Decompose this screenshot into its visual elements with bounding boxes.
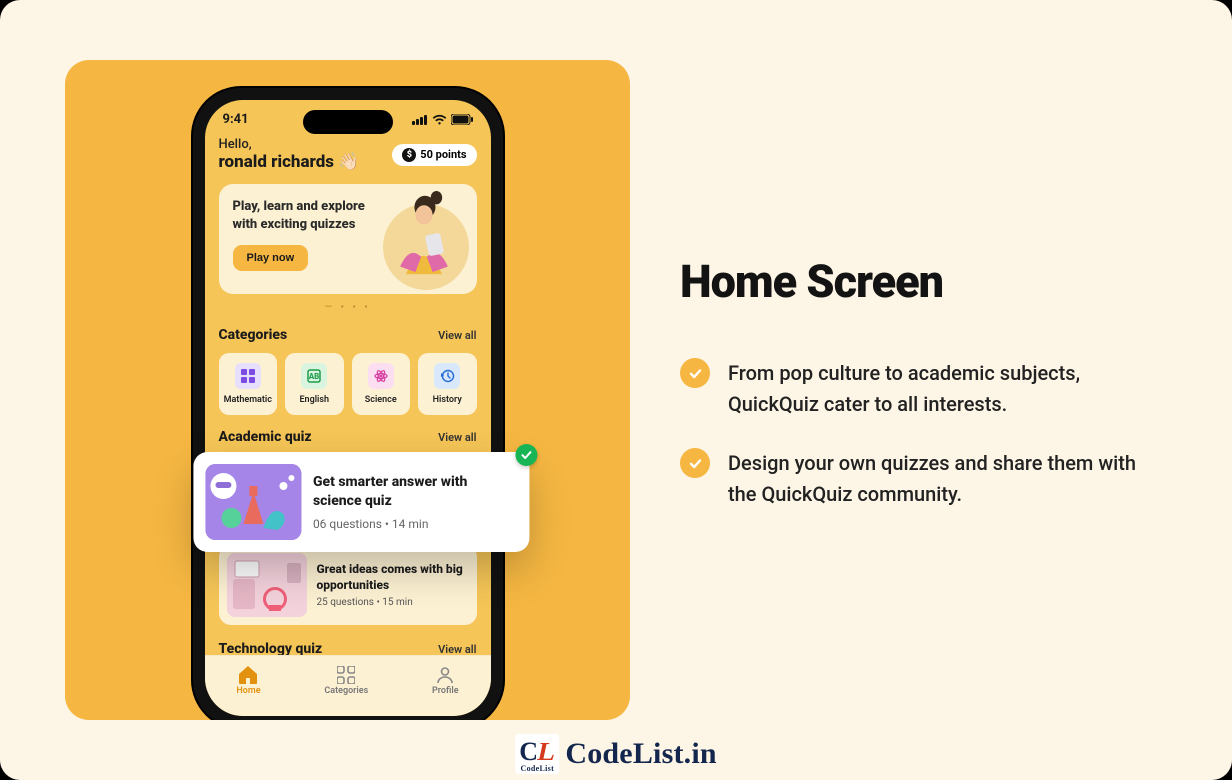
status-time: 9:41: [223, 112, 249, 127]
nav-profile[interactable]: Profile: [432, 666, 459, 696]
quiz-meta: 25 questions • 15 min: [317, 597, 469, 608]
english-icon: AB: [301, 363, 327, 389]
bullet-list: From pop culture to academic subjects, Q…: [680, 358, 1160, 510]
hero-title: Play, learn and explore with exciting qu…: [233, 198, 375, 233]
hero-illustration: [383, 198, 463, 280]
greeting-row: Hello, ronald richards 👋🏻 $ 50 points: [219, 137, 477, 172]
nav-label: Categories: [324, 686, 368, 696]
wifi-icon: [432, 114, 447, 125]
featured-quiz-thumb: [205, 464, 301, 540]
phone-screen: 9:41: [205, 100, 491, 716]
nav-categories[interactable]: Categories: [324, 666, 368, 696]
science-icon: [368, 363, 394, 389]
check-icon: [680, 358, 710, 388]
featured-quiz-title: Get smarter answer with science quiz: [313, 473, 517, 511]
category-label: English: [299, 395, 329, 405]
bullet-item: Design your own quizzes and share them w…: [680, 448, 1160, 510]
bullet-item: From pop culture to academic subjects, Q…: [680, 358, 1160, 420]
category-science[interactable]: Science: [352, 353, 411, 415]
quiz-card-ideas[interactable]: Great ideas comes with big opportunities…: [219, 545, 477, 625]
greeting-label: Hello,: [219, 137, 360, 152]
device-showcase-panel: 9:41: [65, 60, 630, 720]
category-history[interactable]: History: [418, 353, 477, 415]
screen-content: Hello, ronald richards 👋🏻 $ 50 points: [205, 131, 491, 657]
featured-quiz-meta: 06 questions • 14 min: [313, 517, 517, 531]
category-label: Mathematic: [224, 395, 272, 405]
category-english[interactable]: AB English: [285, 353, 344, 415]
bullet-text: Design your own quizzes and share them w…: [728, 448, 1160, 510]
section-title-categories: Categories: [219, 327, 288, 343]
coin-icon: $: [402, 148, 416, 162]
play-now-button[interactable]: Play now: [233, 245, 309, 271]
view-all-categories[interactable]: View all: [438, 329, 476, 342]
check-icon: [680, 448, 710, 478]
carousel-dots[interactable]: — • • •: [219, 302, 477, 313]
check-badge-icon: [515, 444, 537, 466]
points-chip[interactable]: $ 50 points: [392, 144, 476, 166]
academic-header: Academic quiz View all: [219, 429, 477, 445]
nav-label: Profile: [432, 686, 459, 696]
hero-card[interactable]: Play, learn and explore with exciting qu…: [219, 184, 477, 294]
home-icon: [238, 666, 258, 684]
nav-home[interactable]: Home: [236, 666, 260, 696]
points-label: 50 points: [420, 148, 466, 161]
bottom-nav: Home Categories Profile: [205, 655, 491, 716]
user-icon: [436, 666, 454, 684]
categories-row: Mathematic AB English Scien: [219, 353, 477, 415]
grid-icon: [337, 666, 355, 684]
phone-notch: [303, 110, 393, 134]
page-title: Home Screen: [680, 255, 1160, 308]
history-icon: [434, 363, 460, 389]
category-label: History: [433, 395, 462, 405]
quiz-thumb-ideas: [227, 553, 307, 617]
signal-icon: [412, 115, 428, 125]
section-title-academic: Academic quiz: [219, 429, 312, 445]
nav-label: Home: [236, 686, 260, 696]
right-content: Home Screen From pop culture to academic…: [680, 255, 1160, 510]
watermark-logo: CL CodeList: [515, 734, 559, 774]
quiz-title: Great ideas comes with big opportunities: [317, 562, 469, 593]
svg-text:AB: AB: [309, 372, 320, 381]
page-container: 9:41: [0, 0, 1232, 780]
watermark: CL CodeList CodeList.in: [515, 734, 717, 774]
view-all-academic[interactable]: View all: [438, 431, 476, 444]
status-indicators: [412, 114, 473, 125]
math-icon: [235, 363, 261, 389]
featured-quiz-card[interactable]: Get smarter answer with science quiz 06 …: [193, 452, 529, 552]
battery-icon: [451, 114, 473, 125]
categories-header: Categories View all: [219, 327, 477, 343]
bullet-text: From pop culture to academic subjects, Q…: [728, 358, 1160, 420]
greeting-block: Hello, ronald richards 👋🏻: [219, 137, 360, 172]
category-label: Science: [365, 395, 397, 405]
category-mathematic[interactable]: Mathematic: [219, 353, 278, 415]
phone-frame: 9:41: [193, 88, 503, 720]
view-all-technology[interactable]: View all: [438, 643, 476, 656]
watermark-text: CodeList.in: [565, 737, 716, 771]
username: ronald richards 👋🏻: [219, 152, 360, 172]
wave-icon: 👋🏻: [338, 152, 359, 172]
